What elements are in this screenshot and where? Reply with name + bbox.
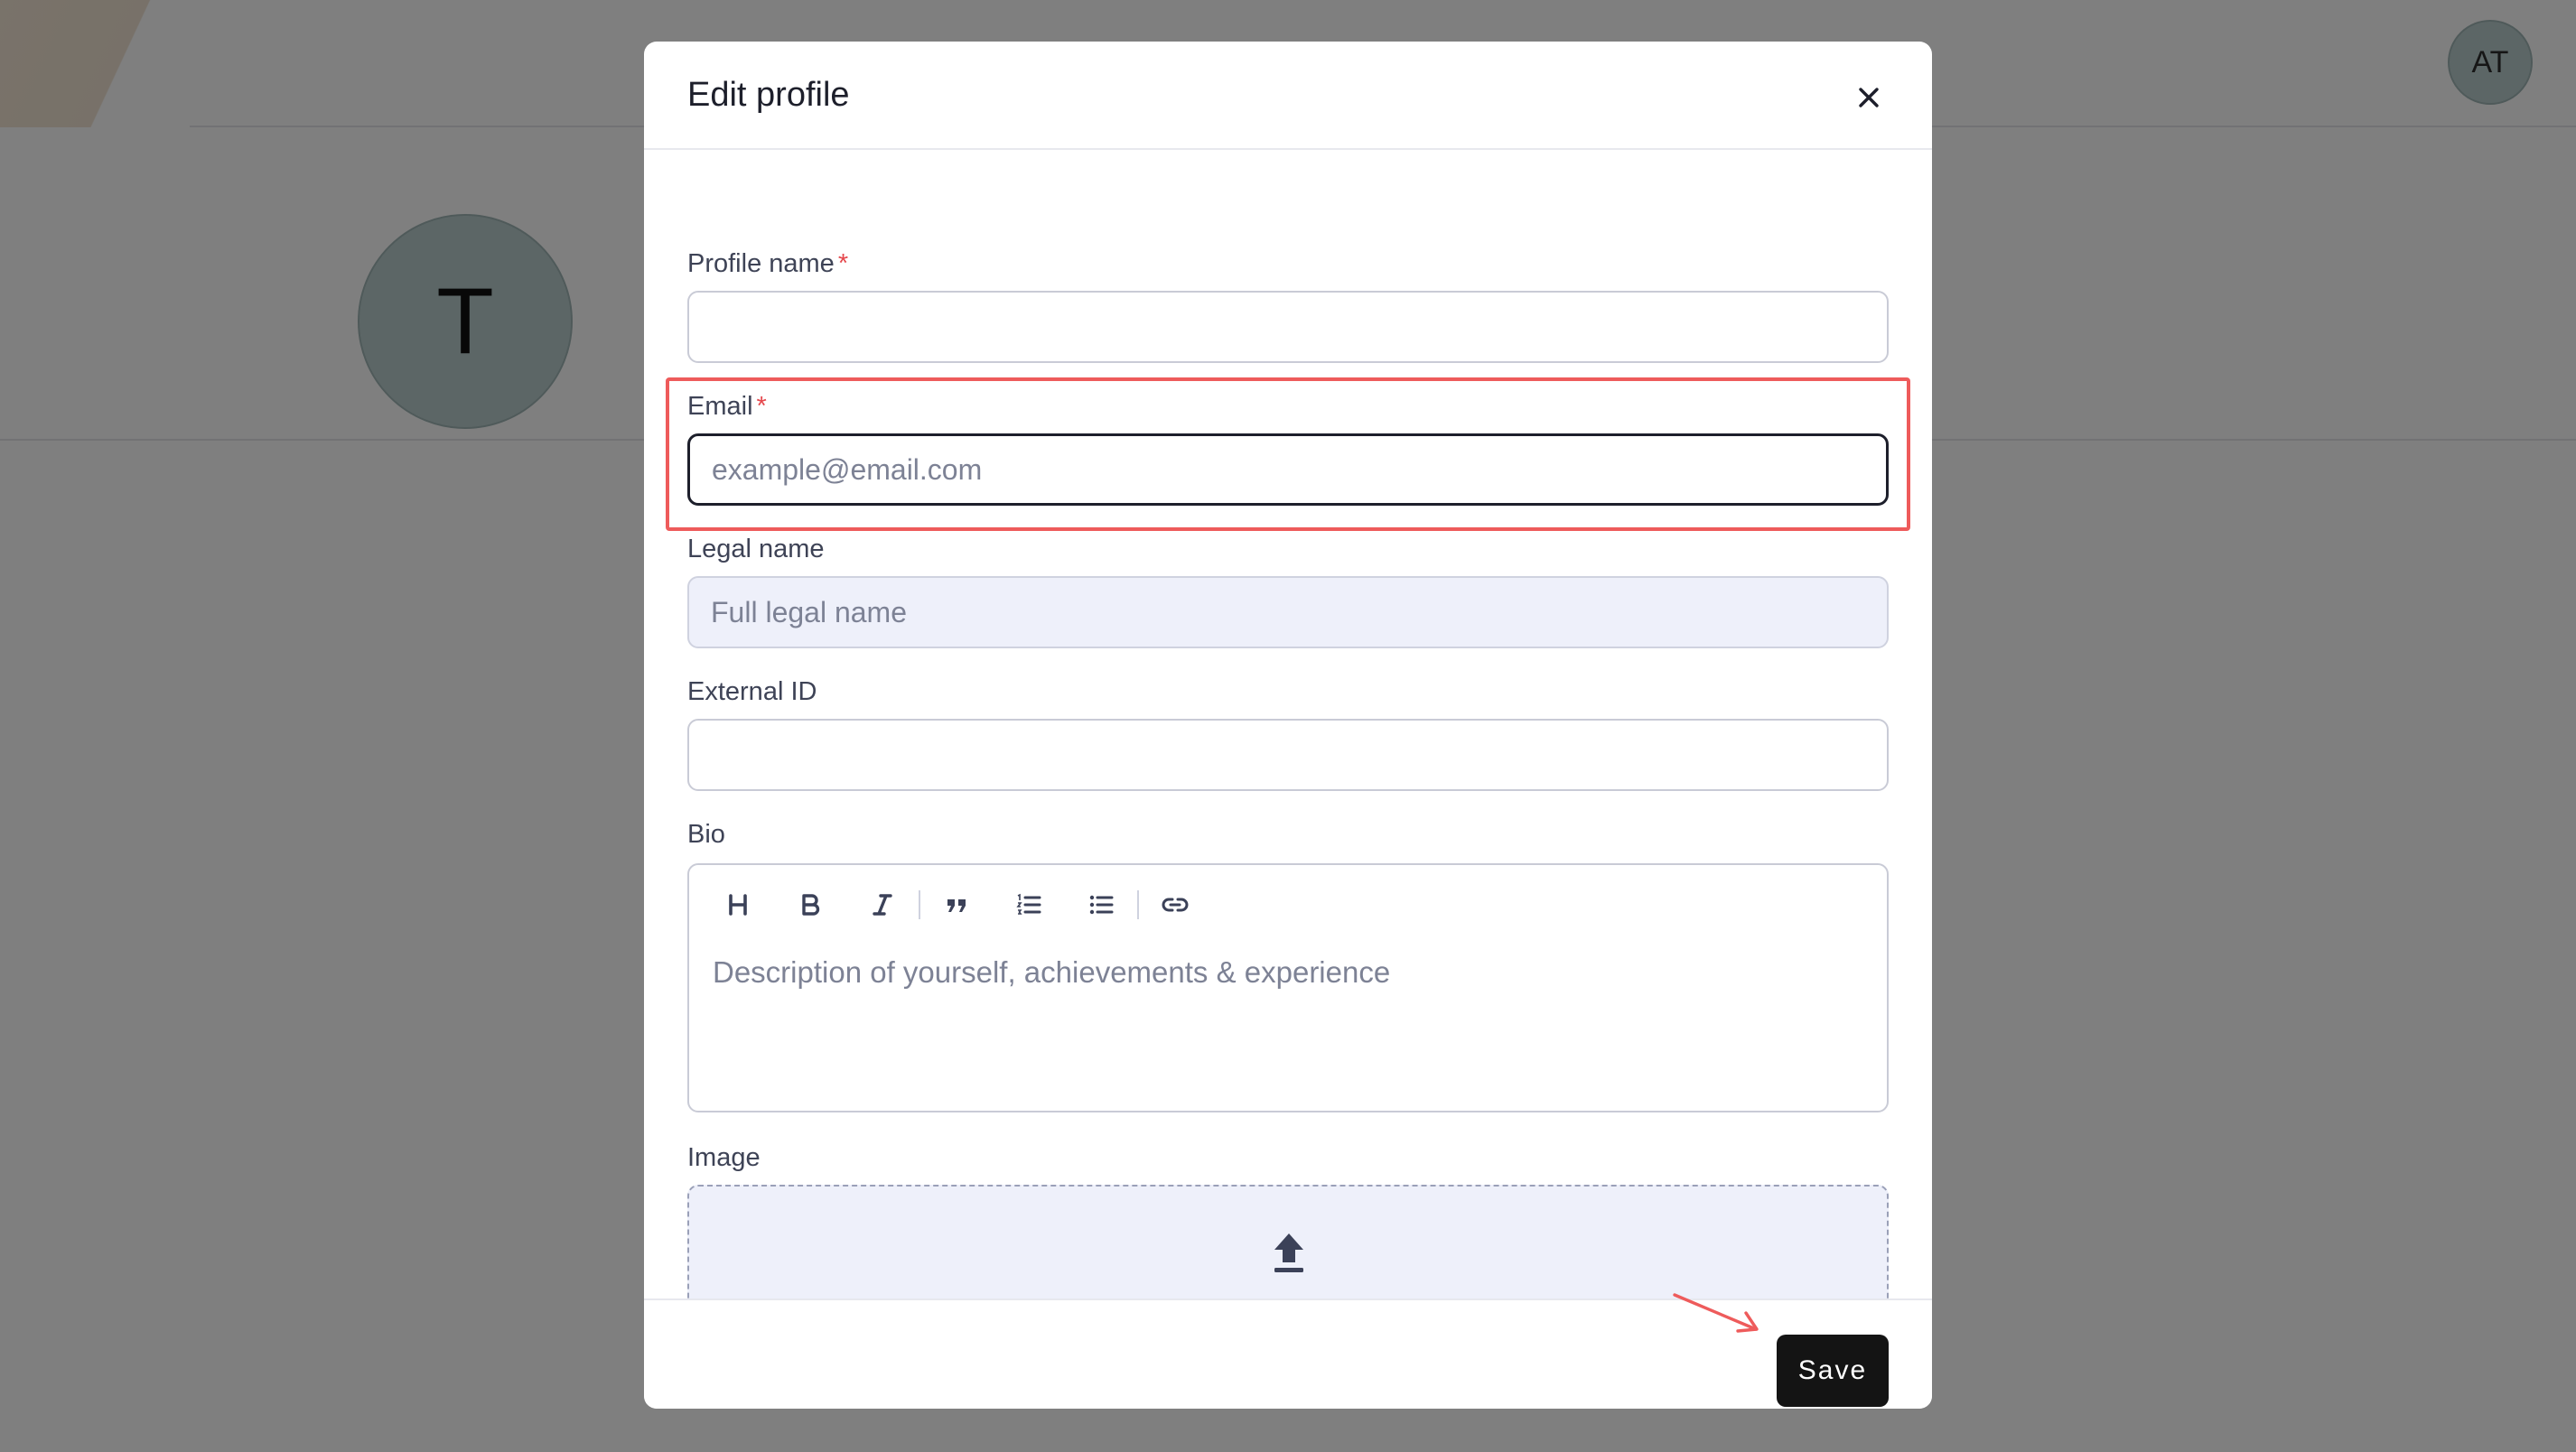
bio-label: Bio bbox=[687, 820, 725, 849]
modal-header: Edit profile bbox=[644, 42, 1932, 150]
bold-button[interactable] bbox=[774, 883, 846, 926]
link-button[interactable] bbox=[1139, 883, 1211, 926]
heading-button[interactable] bbox=[702, 883, 774, 926]
link-icon bbox=[1162, 898, 1189, 912]
email-label: Email * bbox=[687, 392, 767, 421]
ordered-list-button[interactable] bbox=[993, 883, 1065, 926]
profile-name-input[interactable] bbox=[687, 291, 1889, 363]
bullet-list-icon bbox=[1089, 895, 1114, 915]
quote-icon bbox=[947, 899, 966, 912]
editor-toolbar bbox=[702, 883, 1211, 926]
modal-body[interactable]: Profile name* Email* Legal name External… bbox=[644, 152, 1932, 1298]
heading-icon bbox=[729, 894, 747, 916]
legal-name-label: Legal name bbox=[687, 535, 825, 563]
bio-editor[interactable]: Description of yourself, achievements & … bbox=[687, 863, 1889, 1112]
email-input[interactable] bbox=[687, 433, 1889, 506]
ordered-list-icon bbox=[1016, 893, 1041, 915]
bold-icon bbox=[802, 894, 820, 916]
modal-title: Edit profile bbox=[687, 76, 850, 114]
image-dropzone[interactable] bbox=[687, 1185, 1889, 1298]
bio-placeholder: Description of yourself, achievements & … bbox=[713, 955, 1391, 989]
italic-button[interactable] bbox=[846, 883, 919, 926]
close-button[interactable] bbox=[1851, 79, 1887, 116]
external-id-label: External ID bbox=[687, 677, 817, 706]
bullet-list-button[interactable] bbox=[1065, 883, 1137, 926]
edit-profile-modal: Edit profile Profile name* Email* Legal … bbox=[644, 42, 1932, 1409]
quote-button[interactable] bbox=[920, 883, 993, 926]
italic-icon bbox=[873, 894, 892, 916]
legal-name-input[interactable] bbox=[687, 576, 1889, 648]
save-button[interactable]: Save bbox=[1777, 1335, 1889, 1407]
upload-icon bbox=[1274, 1233, 1303, 1272]
image-label: Image bbox=[687, 1143, 761, 1172]
arrow-annotation-icon bbox=[1673, 1293, 1759, 1333]
external-id-input[interactable] bbox=[687, 719, 1889, 791]
profile-name-label: Profile name * bbox=[687, 249, 849, 278]
close-icon bbox=[1859, 88, 1879, 107]
